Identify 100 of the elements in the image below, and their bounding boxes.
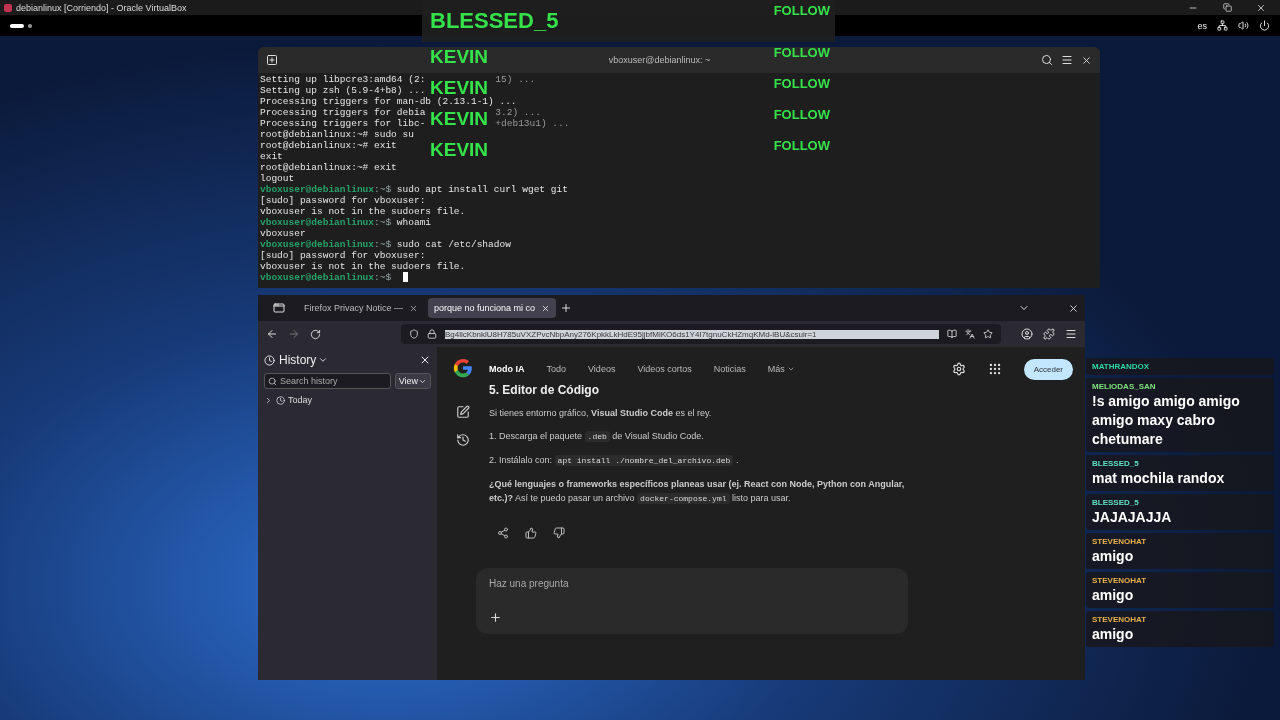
search-icon [268,377,277,386]
follower-name: KEVIN [430,46,489,68]
follower-name: KEVIN [430,139,489,161]
add-icon[interactable] [489,611,502,624]
chat-text: amigo [1092,586,1135,605]
nav-link[interactable]: Modo IA [489,364,525,374]
terminal-output: root@debianlinux:~# exit [260,140,397,151]
terminal-output: root@debianlinux:~# sudo su [260,129,414,140]
chat-username: STEVENOHAT [1092,575,1148,586]
virtualbox-icon [4,3,12,12]
close-icon[interactable] [1081,54,1092,66]
tab-list-icon[interactable] [273,302,285,314]
browser-tab[interactable]: porque no funciona mi co [428,298,557,318]
volume-icon[interactable] [1238,20,1249,31]
chat-text: !s amigo amigo amigo amigo maxy cabro chetumare [1092,392,1241,449]
thumbs-up-icon[interactable] [525,527,537,539]
terminal-output: logout [260,173,295,184]
nav-link[interactable]: Más [767,364,795,374]
clock-icon [276,395,285,405]
workspace-indicator-icon[interactable] [10,23,32,28]
history-icon[interactable] [456,433,470,447]
follow-label: FOLLOW [773,107,830,122]
account-icon[interactable] [1021,328,1033,340]
edit-icon[interactable] [456,405,470,419]
menu-icon[interactable] [1065,328,1077,340]
close-icon[interactable] [1256,2,1266,13]
terminal-output: +deb13u1) ... [495,118,570,129]
view-button[interactable]: View [394,373,431,389]
sign-in-button[interactable]: Acceder [1023,358,1073,380]
follow-label: FOLLOW [773,138,830,153]
follower-name: BLESSED_5 [430,7,559,35]
keyboard-layout[interactable]: es [1197,20,1207,31]
nav-link[interactable]: Videos [588,364,616,374]
answer-paragraph: Si tienes entorno gráfico, Visual Studio Code es el rey. [489,407,713,420]
chat-text: amigo [1092,547,1135,566]
chat-text: JAJAJAJJA [1092,508,1173,527]
browser-tab[interactable]: Firefox Privacy Notice — [298,298,425,318]
thumbs-down-icon[interactable] [553,527,565,539]
lock-icon [427,329,437,339]
close-icon[interactable] [409,303,419,313]
window-title: debianlinux [Corriendo] - Oracle VirtualBox [16,2,187,13]
chat-text: mat mochila randox [1092,469,1226,488]
question-field[interactable]: Haz una pregunta [489,578,895,589]
chevron-down-icon [318,355,329,365]
chat-username: BLESSED_5 [1092,458,1140,469]
terminal-prompt: vboxuser@debianlinux:~$ whoami [260,217,432,228]
terminal-output: [sudo] password for vboxuser: [260,195,426,206]
network-icon[interactable] [1217,20,1228,31]
terminal-title: vboxuser@debianlinux: ~ [608,55,711,65]
follower-name: KEVIN [430,108,489,130]
chat-username: BLESSED_5 [1092,497,1140,508]
shield-icon [409,329,419,339]
terminal-output: vboxuser [260,228,306,239]
terminal-output: 15) ... [495,74,536,85]
close-icon[interactable] [541,303,551,313]
terminal-output: Processing triggers for man-db (2.13.1-1) ... [260,96,517,107]
follower-name: KEVIN [430,77,489,98]
list-item: 1. Descarga el paquete .deb de Visual Studio Code. [489,430,705,444]
close-icon[interactable] [1068,302,1079,314]
answer-paragraph: ¿Qué lenguajes o frameworks específicos planeas usar (ej. React con Node, Python con Angular, etc.)? Así te puedo pasar un archivo docker-compose.yml listo para usar. [489,478,906,506]
back-icon[interactable] [266,328,278,340]
new-tab-icon[interactable] [560,302,573,314]
google-logo[interactable] [452,357,474,379]
menu-icon[interactable] [1061,54,1073,66]
history-group[interactable]: Today [264,395,431,405]
terminal-output: 3.2) ... [495,107,541,118]
terminal-output: Processing triggers for libc- [260,118,426,129]
settings-icon[interactable] [951,362,966,376]
search-icon[interactable] [1041,54,1053,66]
apps-icon[interactable] [987,362,1002,376]
terminal-prompt: vboxuser@debianlinux:~$ [260,272,393,283]
translate-icon[interactable] [965,329,975,339]
star-icon[interactable] [983,329,993,339]
terminal-prompt: vboxuser@debianlinux:~$ sudo apt install curl wget git [260,184,568,195]
follow-label: FOLLOW [773,3,830,18]
restore-icon[interactable] [1222,3,1232,12]
reader-view-icon[interactable] [947,329,957,339]
terminal-output: root@debianlinux:~# exit [260,162,397,173]
follow-label: FOLLOW [773,76,830,91]
terminal-output: Setting up zsh (5.9-4+b8) ... [260,85,426,96]
search-field[interactable]: Search history [264,373,391,389]
follow-label: FOLLOW [773,45,830,60]
reload-icon[interactable] [310,328,321,340]
chat-username: STEVENOHAT [1092,614,1148,625]
chat-username: MATHRANDOX [1092,361,1151,372]
nav-link[interactable]: Todo [546,364,567,374]
address-bar[interactable]: Bg4llcKbnklU8H785uVXZPvcNbpAny276KpkkLkHdE95jjbfMiKO6ds1Y4I7tgnuCkHZmqKMd-lBU&csuir=1 [401,324,1001,344]
extensions-icon[interactable] [1043,328,1055,340]
terminal-output: exit [260,151,283,162]
list-item: 2. Instálalo con: apt install ./nombre_del_archivo.deb . [489,454,740,468]
sidebar-title[interactable]: History [279,353,329,367]
url-text: Bg4llcKbnklU8H785uVXZPvcNbpAny276KpkkLkHdE95jjbfMiKO6ds1Y4I7tgnuCkHZmqKMd-lBU&csuir=1 [445,329,939,339]
new-tab-icon[interactable] [266,54,278,66]
close-icon[interactable] [419,354,431,366]
share-icon[interactable] [497,527,509,539]
chat-username: STEVENOHAT [1092,536,1148,547]
nav-link[interactable]: Videos cortos [637,364,692,374]
nav-link[interactable]: Noticias [713,364,746,374]
terminal-output: vboxuser is not in the sudoers file. [260,206,466,217]
power-icon[interactable] [1259,20,1270,31]
